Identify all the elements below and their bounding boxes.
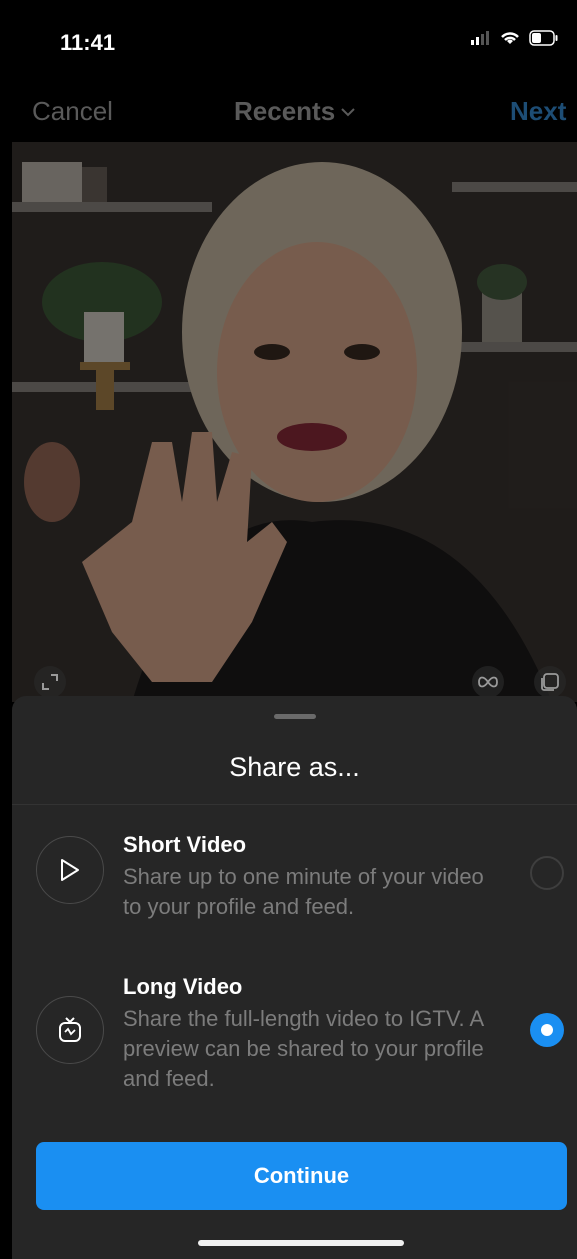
cancel-button[interactable]: Cancel — [32, 96, 113, 127]
chevron-down-icon — [341, 107, 355, 116]
sheet-grabber[interactable] — [274, 714, 316, 719]
status-time: 11:41 — [60, 30, 116, 55]
igtv-icon — [36, 996, 104, 1064]
album-title: Recents — [234, 96, 336, 126]
boomerang-icon[interactable] — [472, 666, 504, 698]
signal-icon — [471, 31, 489, 45]
share-as-sheet: Share as... Short Video Share up to one … — [12, 696, 577, 1259]
option-long-video[interactable]: Long Video Share the full-length video t… — [12, 968, 577, 1098]
expand-icon[interactable] — [34, 666, 66, 698]
status-icons — [471, 30, 559, 46]
nav-bar: Cancel Recents Next — [0, 88, 577, 138]
sheet-title: Share as... — [229, 752, 360, 782]
option-title: Long Video — [123, 974, 243, 999]
next-button[interactable]: Next — [510, 96, 566, 127]
home-indicator — [198, 1240, 404, 1246]
wifi-icon — [501, 32, 519, 44]
battery-icon — [529, 30, 558, 46]
sheet-divider — [12, 804, 577, 805]
status-bar: 11:41 — [0, 0, 577, 88]
option-description: Share up to one minute of your video to … — [123, 864, 484, 919]
radio-dot — [541, 1024, 553, 1036]
preview-dim-overlay — [12, 142, 577, 702]
option-title: Short Video — [123, 832, 247, 857]
multi-select-icon[interactable] — [534, 666, 566, 698]
video-preview — [12, 142, 577, 702]
radio-long-video[interactable] — [530, 1013, 564, 1047]
option-short-video[interactable]: Short Video Share up to one minute of yo… — [12, 826, 577, 936]
play-icon — [36, 836, 104, 904]
radio-short-video[interactable] — [530, 856, 564, 890]
album-picker[interactable]: Recents — [234, 96, 355, 127]
option-description: Share the full-length video to IGTV. A p… — [123, 1006, 484, 1091]
continue-button[interactable]: Continue — [36, 1142, 567, 1210]
